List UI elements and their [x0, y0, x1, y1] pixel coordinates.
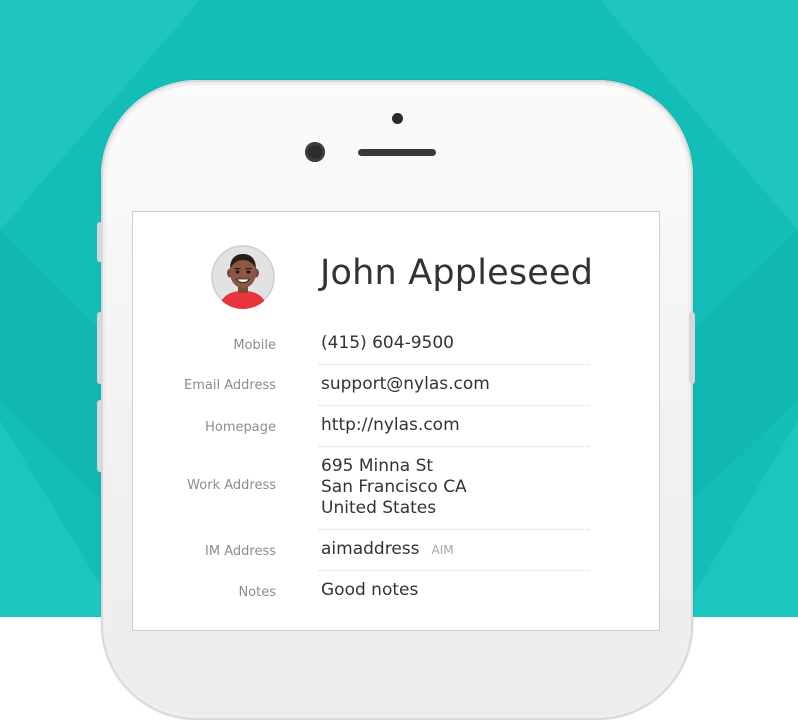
proximity-sensor	[392, 113, 403, 124]
contact-name: John Appleseed	[320, 253, 594, 293]
row-divider	[319, 405, 590, 406]
phone-power-button	[689, 312, 695, 384]
phone-volume-up-button	[97, 312, 103, 384]
row-divider	[319, 364, 590, 365]
im-address-value[interactable]: aimaddress AIM	[321, 539, 454, 559]
notes-value[interactable]: Good notes	[321, 580, 418, 600]
im-address-text: aimaddress	[321, 539, 420, 559]
work-address-line-3[interactable]: United States	[321, 498, 436, 518]
homepage-link[interactable]: http://nylas.com	[321, 415, 460, 435]
work-address-line-1[interactable]: 695 Minna St	[321, 456, 433, 476]
email-value[interactable]: support@nylas.com	[321, 374, 490, 394]
work-address-label: Work Address	[187, 478, 276, 493]
im-service-tag: AIM	[431, 543, 454, 557]
row-divider	[319, 446, 590, 447]
person-avatar-icon[interactable]	[211, 245, 275, 309]
row-divider	[319, 570, 590, 571]
mobile-value[interactable]: (415) 604-9500	[321, 333, 454, 353]
row-divider	[319, 529, 590, 530]
front-camera-icon	[305, 142, 325, 162]
phone-volume-down-button	[97, 400, 103, 472]
earpiece-speaker	[358, 149, 436, 156]
mobile-label: Mobile	[233, 338, 276, 353]
email-label: Email Address	[184, 378, 276, 393]
notes-label: Notes	[238, 585, 276, 600]
homepage-label: Homepage	[205, 420, 276, 435]
phone-mute-switch	[97, 222, 103, 262]
im-address-label: IM Address	[205, 544, 276, 559]
work-address-line-2[interactable]: San Francisco CA	[321, 477, 467, 497]
